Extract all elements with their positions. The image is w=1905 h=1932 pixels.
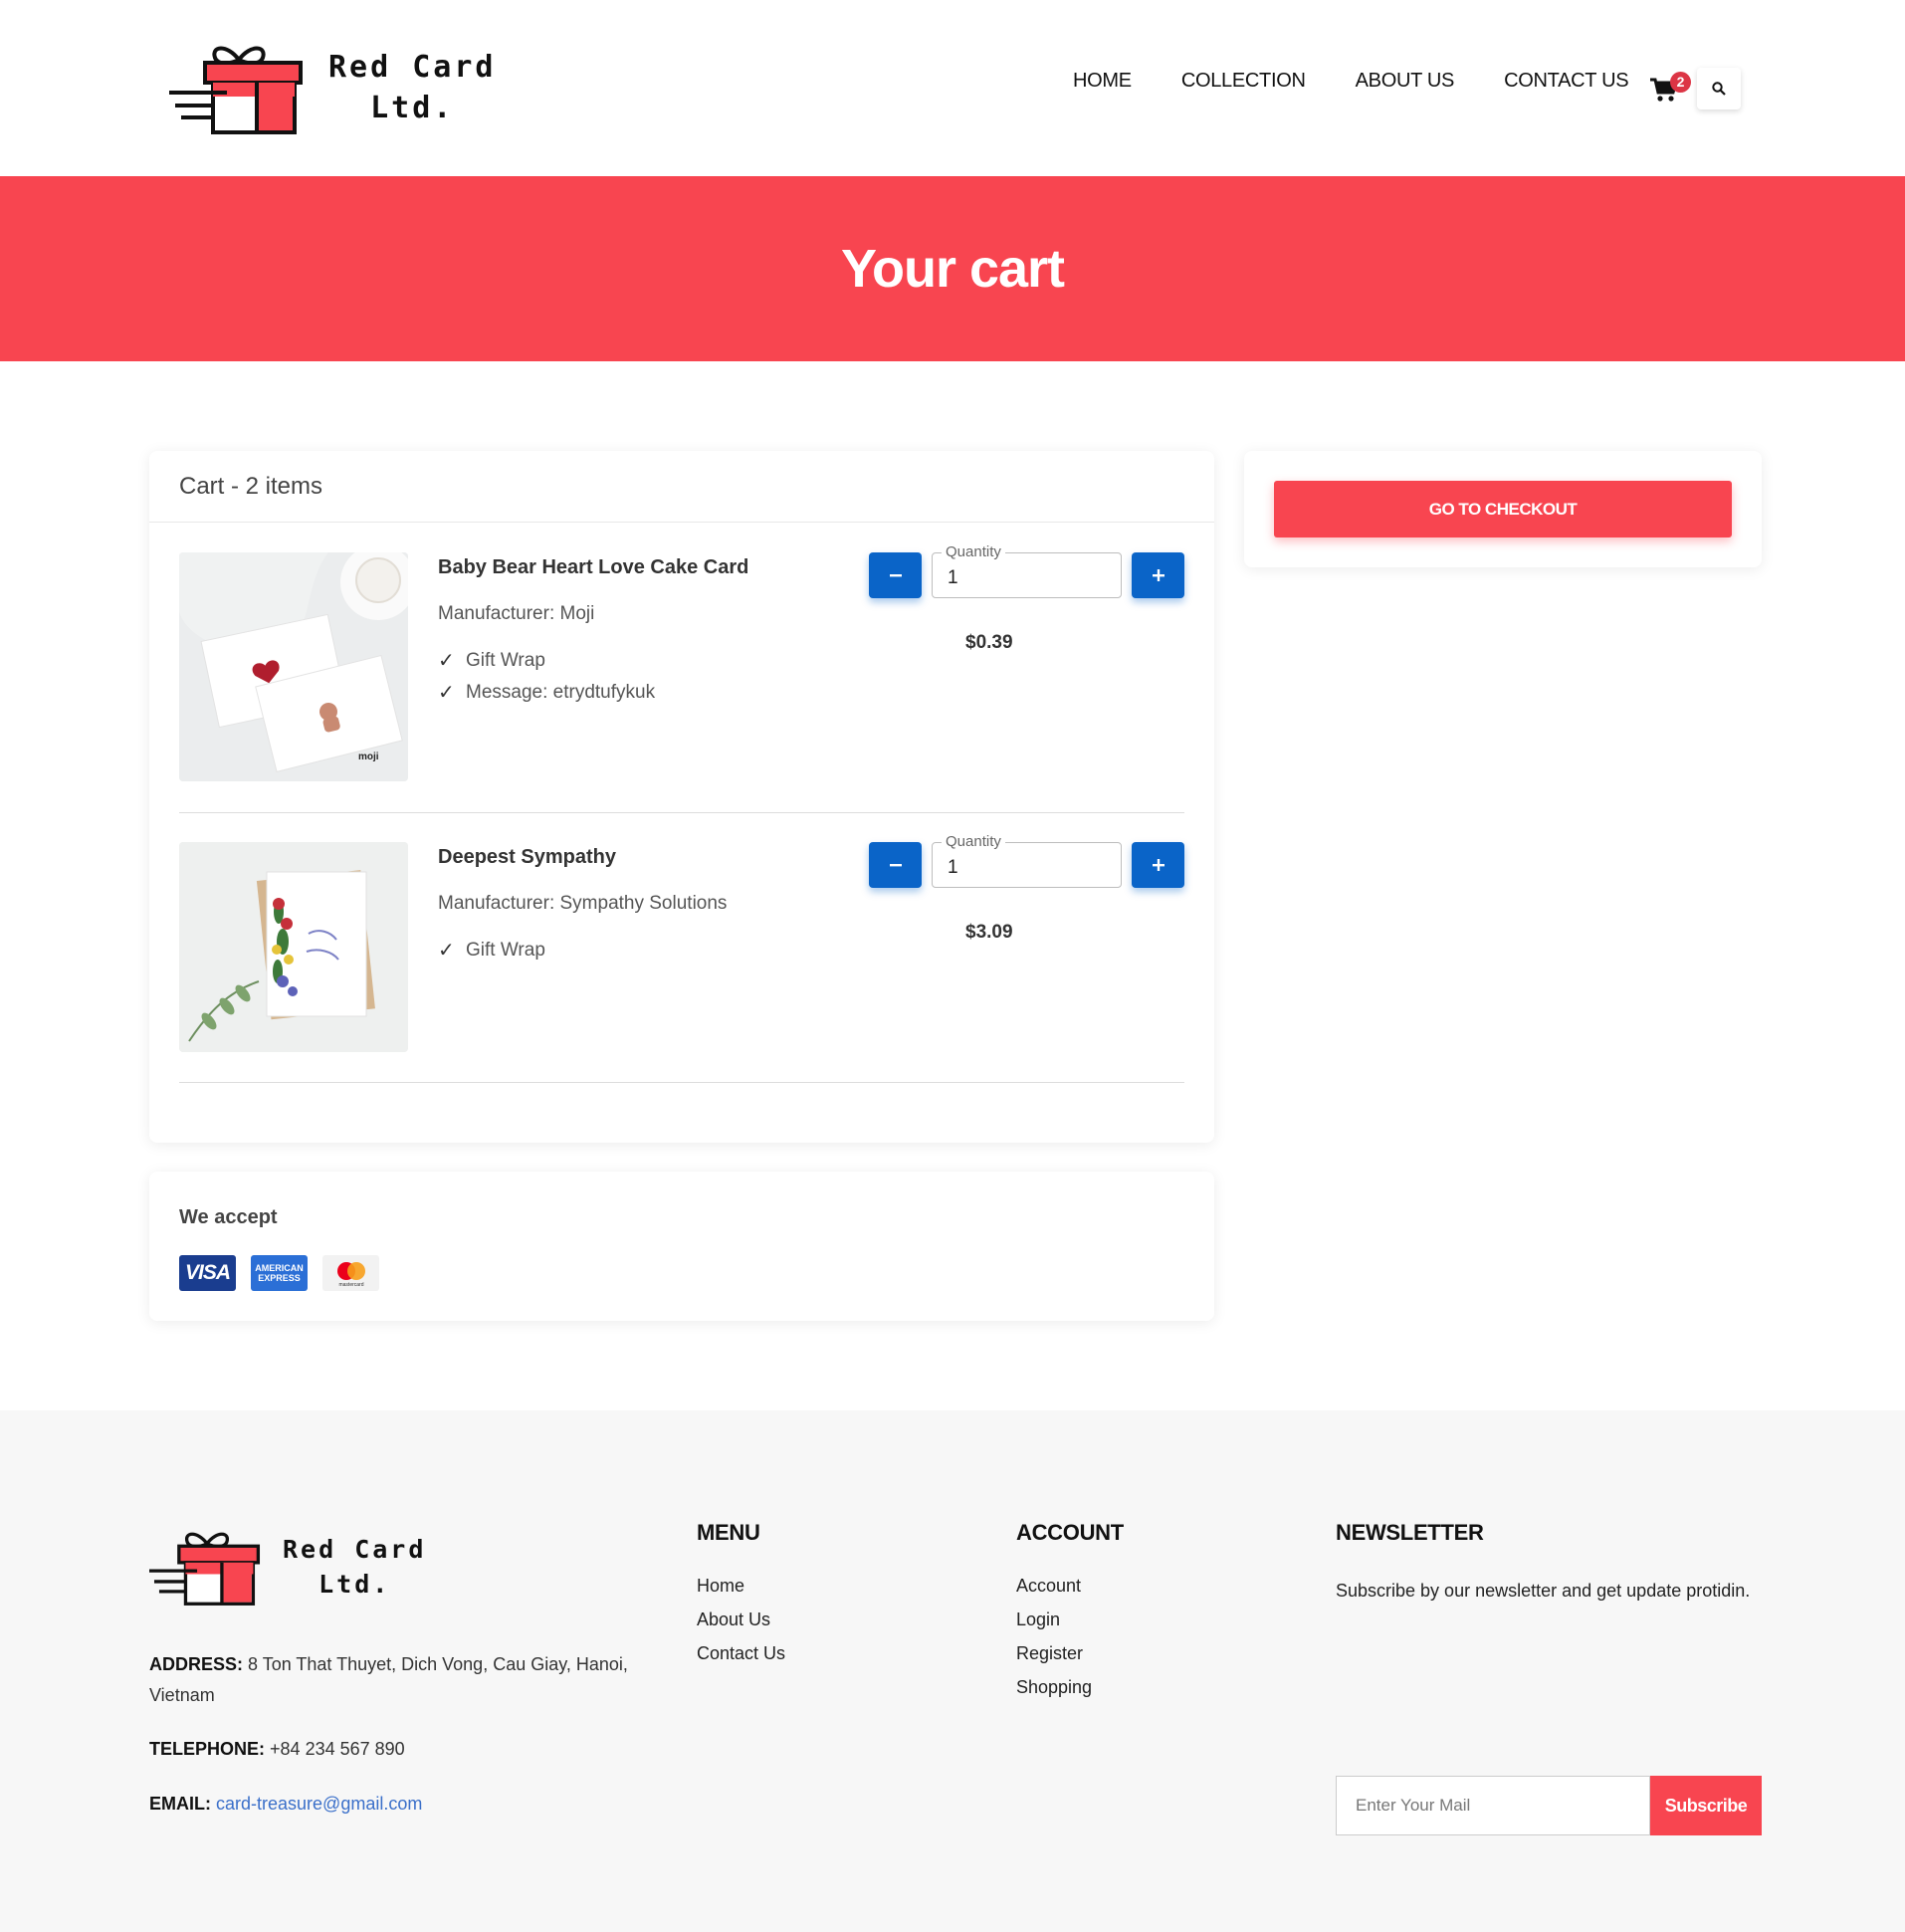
product-image[interactable]: moji [179,552,408,781]
footer-link-register[interactable]: Register [1016,1643,1124,1664]
footer-email: EMAIL: card-treasure@gmail.com [149,1789,647,1820]
product-manufacturer: Manufacturer: Moji [438,603,595,624]
brand-line1: Red Card [283,1535,427,1564]
checkout-panel: GO TO CHECKOUT [1244,451,1762,567]
search-icon [1712,82,1726,96]
nav-about-us[interactable]: ABOUT US [1356,70,1455,93]
telephone-label: TELEPHONE: [149,1739,266,1759]
footer-link-shopping[interactable]: Shopping [1016,1677,1124,1698]
option-gift-wrap: ✓ Gift Wrap [438,935,727,966]
product-info: Baby Bear Heart Love Cake Card Manufactu… [438,556,748,709]
quantity-stepper: 1 Quantity [869,833,1184,890]
moji-brand-mark: moji [358,751,379,762]
search-button[interactable] [1697,68,1741,109]
footer-menu: MENU Home About Us Contact Us [697,1520,785,1677]
brand-name: Red Card Ltd. [328,47,497,128]
quantity-stepper: 1 Quantity [869,543,1184,600]
brand-logo[interactable]: Red Card Ltd. [169,38,497,137]
newsletter-text: Subscribe by our newsletter and get upda… [1336,1581,1751,1601]
footer-brand-name: Red Card Ltd. [283,1532,426,1602]
product-image[interactable] [179,842,408,1052]
footer-telephone: TELEPHONE: +84 234 567 890 [149,1734,647,1765]
decrease-quantity-button[interactable] [869,842,922,888]
quantity-label: Quantity [942,833,1005,850]
gift-logo-icon [169,46,303,134]
footer-newsletter: NEWSLETTER Subscribe by our newsletter a… [1336,1520,1762,1835]
footer-link-about-us[interactable]: About Us [697,1610,785,1630]
amex-icon: AMERICAN EXPRESS [251,1255,308,1291]
mastercard-wordmark: mastercard [338,1282,363,1288]
email-link[interactable]: card-treasure@gmail.com [216,1794,422,1814]
footer-menu-title: MENU [697,1520,760,1545]
page-banner: Your cart [0,176,1905,361]
check-icon: ✓ [438,650,455,672]
option-gift-wrap: ✓ Gift Wrap [438,645,748,677]
option-label: Message: etrydtufykuk [466,682,656,703]
telephone-value: +84 234 567 890 [270,1739,405,1759]
visa-icon: VISA [179,1255,236,1291]
increase-quantity-button[interactable] [1132,552,1184,598]
product-manufacturer: Manufacturer: Sympathy Solutions [438,893,728,914]
plus-icon [1152,569,1164,581]
cart-count-badge: 2 [1670,72,1691,93]
subscribe-button[interactable]: Subscribe [1650,1776,1762,1835]
mastercard-icon: mastercard [322,1255,379,1291]
cart-header: Cart - 2 items [149,451,1214,523]
brand-line2: Ltd. [370,91,455,125]
footer-link-home[interactable]: Home [697,1576,785,1597]
option-message: ✓ Message: etrydtufykuk [438,677,748,709]
product-name[interactable]: Deepest Sympathy [438,846,727,869]
quantity-label: Quantity [942,543,1005,560]
address-label: ADDRESS: [149,1654,244,1674]
minus-icon [889,574,902,577]
cart-item: moji Baby Bear Heart Love Cake Card Manu… [179,543,1184,813]
check-icon: ✓ [438,940,455,962]
site-footer: Red Card Ltd. ADDRESS: 8 Ton That Thuyet… [0,1410,1905,1932]
cart-item: Deepest Sympathy Manufacturer: Sympathy … [179,833,1184,1083]
payment-methods-title: We accept [179,1206,278,1228]
footer-account-title: ACCOUNT [1016,1520,1124,1545]
increase-quantity-button[interactable] [1132,842,1184,888]
brand-line2: Ltd. [318,1570,391,1599]
footer-link-contact-us[interactable]: Contact Us [697,1643,785,1664]
main-nav: HOME COLLECTION ABOUT US CONTACT US [1073,70,1678,93]
card-photo-illustration [179,842,408,1052]
item-price: $0.39 [965,632,1013,653]
brand-line1: Red Card [328,50,497,85]
payment-methods-panel: We accept VISA AMERICAN EXPRESS masterca… [149,1172,1214,1321]
footer-link-account[interactable]: Account [1016,1576,1124,1597]
card-photo-illustration: moji [179,552,408,781]
go-to-checkout-button[interactable]: GO TO CHECKOUT [1274,481,1732,537]
site-header: Red Card Ltd. HOME COLLECTION ABOUT US C… [0,0,1905,176]
page-title: Your cart [840,239,1065,299]
footer-address: ADDRESS: 8 Ton That Thuyet, Dich Vong, C… [149,1649,647,1711]
check-icon: ✓ [438,682,455,704]
footer-link-login[interactable]: Login [1016,1610,1124,1630]
newsletter-title: NEWSLETTER [1336,1520,1484,1545]
newsletter-form: Enter Your Mail Subscribe [1336,1776,1762,1835]
nav-contact-us[interactable]: CONTACT US [1504,70,1628,93]
cart-panel: Cart - 2 items moji Baby Bear Heart Love… [149,451,1214,1143]
item-price: $3.09 [965,922,1013,943]
gift-logo-icon [149,1532,261,1606]
option-label: Gift Wrap [466,650,545,671]
plus-icon [1152,859,1164,871]
product-name[interactable]: Baby Bear Heart Love Cake Card [438,556,748,579]
nav-home[interactable]: HOME [1073,70,1132,93]
email-label: EMAIL: [149,1794,211,1814]
footer-brand-logo[interactable]: Red Card Ltd. [149,1525,426,1609]
decrease-quantity-button[interactable] [869,552,922,598]
newsletter-email-input[interactable]: Enter Your Mail [1336,1776,1650,1835]
footer-account: ACCOUNT Account Login Register Shopping [1016,1520,1124,1711]
option-label: Gift Wrap [466,940,545,961]
nav-collection[interactable]: COLLECTION [1181,70,1306,93]
minus-icon [889,864,902,867]
product-info: Deepest Sympathy Manufacturer: Sympathy … [438,846,727,966]
